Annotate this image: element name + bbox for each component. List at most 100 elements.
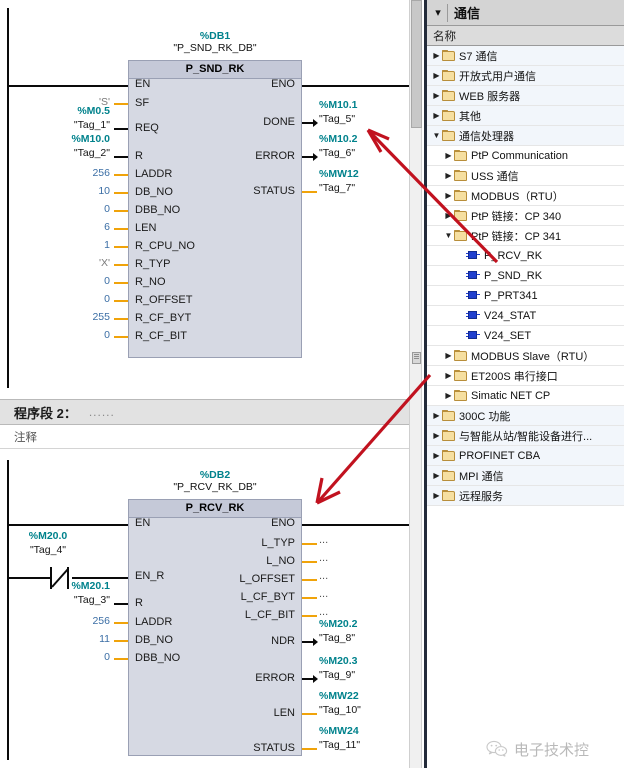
tree-row[interactable]: ▶ MPI 通信 bbox=[427, 466, 624, 486]
tree-row[interactable]: ▶ PROFINET CBA bbox=[427, 446, 624, 466]
input-pin-en[interactable]: EN bbox=[135, 517, 150, 529]
input-pin-r_typ[interactable]: R_TYP bbox=[135, 258, 170, 270]
tree-row[interactable]: ▶ USS 通信 bbox=[427, 166, 624, 186]
input-constant[interactable]: 6 bbox=[8, 221, 110, 233]
chevron-down-icon[interactable]: ▼ bbox=[431, 131, 442, 140]
output-tag[interactable]: "Tag_10" bbox=[319, 704, 409, 716]
chevron-right-icon[interactable]: ▶ bbox=[431, 471, 442, 480]
network-2-comment[interactable]: 注释 bbox=[0, 425, 409, 449]
input-constant[interactable]: 255 bbox=[8, 311, 110, 323]
input-constant[interactable]: 0 bbox=[8, 275, 110, 287]
tree-row[interactable]: ▶ ET200S 串行接口 bbox=[427, 366, 624, 386]
chevron-down-icon[interactable]: ▾ bbox=[431, 6, 445, 19]
splitter-grip[interactable] bbox=[412, 352, 421, 364]
chevron-right-icon[interactable]: ▶ bbox=[431, 71, 442, 80]
output-address[interactable]: %M20.2 bbox=[319, 618, 409, 630]
output-pin-status[interactable]: STATUS bbox=[253, 185, 295, 197]
tree-row[interactable]: P_RCV_RK bbox=[427, 246, 624, 266]
tree-row[interactable]: ▶ 其他 bbox=[427, 106, 624, 126]
output-pin-l_typ[interactable]: L_TYP bbox=[261, 537, 295, 549]
output-pin-l_offset[interactable]: L_OFFSET bbox=[239, 573, 295, 585]
input-constant[interactable]: 256 bbox=[8, 167, 110, 179]
output-tag[interactable]: ... bbox=[319, 570, 409, 582]
tree-row[interactable]: ▶ Simatic NET CP bbox=[427, 386, 624, 406]
output-address[interactable]: %M10.1 bbox=[319, 99, 409, 111]
chevron-right-icon[interactable]: ▶ bbox=[443, 151, 454, 160]
scrollbar-thumb[interactable] bbox=[411, 0, 422, 128]
output-tag[interactable]: "Tag_9" bbox=[319, 669, 409, 681]
chevron-right-icon[interactable]: ▶ bbox=[431, 451, 442, 460]
tree-row[interactable]: ▼ 通信处理器 bbox=[427, 126, 624, 146]
tree-column-header[interactable]: 名称 bbox=[427, 26, 624, 46]
output-address[interactable]: %MW24 bbox=[319, 725, 409, 737]
output-address[interactable]: %M20.3 bbox=[319, 655, 409, 667]
tree-row[interactable]: P_SND_RK bbox=[427, 266, 624, 286]
input-pin-r_offset[interactable]: R_OFFSET bbox=[135, 294, 192, 306]
network-2-header[interactable]: 程序段 2： ...... bbox=[0, 399, 409, 425]
input-pin-req[interactable]: REQ bbox=[135, 122, 159, 134]
chevron-down-icon[interactable]: ▼ bbox=[443, 231, 454, 240]
input-constant[interactable]: 'X' bbox=[8, 257, 110, 269]
output-pin-status[interactable]: STATUS bbox=[253, 742, 295, 754]
input-pin-laddr[interactable]: LADDR bbox=[135, 616, 172, 628]
input-constant[interactable]: 0 bbox=[8, 203, 110, 215]
tree-row[interactable]: ▶ PtP 链接：CP 340 bbox=[427, 206, 624, 226]
input-pin-db_no[interactable]: DB_NO bbox=[135, 186, 173, 198]
input-pin-r[interactable]: R bbox=[135, 597, 143, 609]
input-pin-en[interactable]: EN bbox=[135, 78, 150, 90]
tree-row[interactable]: ▶ 与智能从站/智能设备进行... bbox=[427, 426, 624, 446]
output-tag[interactable]: "Tag_7" bbox=[319, 182, 409, 194]
tree-row[interactable]: V24_STAT bbox=[427, 306, 624, 326]
output-tag[interactable]: "Tag_6" bbox=[319, 147, 409, 159]
input-pin-len[interactable]: LEN bbox=[135, 222, 156, 234]
output-pin-l_cf_bit[interactable]: L_CF_BIT bbox=[245, 609, 295, 621]
input-tag[interactable]: "Tag_2" bbox=[8, 147, 110, 159]
tree-row[interactable]: ▶ 300C 功能 bbox=[427, 406, 624, 426]
input-constant[interactable]: 0 bbox=[8, 293, 110, 305]
tree-row[interactable]: ▶ S7 通信 bbox=[427, 46, 624, 66]
function-block-p-snd-rk[interactable]: P_SND_RK EN SF REQ R LADDR DB_NO DBB_NO LEN R_CP… bbox=[128, 60, 302, 358]
input-address[interactable]: %M10.0 bbox=[8, 133, 110, 145]
output-pin-done[interactable]: DONE bbox=[263, 116, 295, 128]
input-pin-r[interactable]: R bbox=[135, 150, 143, 162]
tree-header[interactable]: ▾ 通信 bbox=[427, 0, 624, 26]
input-pin-r_cf_bit[interactable]: R_CF_BIT bbox=[135, 330, 187, 342]
output-address[interactable]: %M10.2 bbox=[319, 133, 409, 145]
input-constant[interactable]: 0 bbox=[8, 329, 110, 341]
input-constant[interactable]: 256 bbox=[8, 615, 110, 627]
input-constant[interactable]: 10 bbox=[8, 185, 110, 197]
tree-row[interactable]: ▶ MODBUS（RTU） bbox=[427, 186, 624, 206]
chevron-right-icon[interactable]: ▶ bbox=[443, 211, 454, 220]
tree-row[interactable]: ▶ 远程服务 bbox=[427, 486, 624, 506]
chevron-right-icon[interactable]: ▶ bbox=[431, 111, 442, 120]
chevron-right-icon[interactable]: ▶ bbox=[431, 411, 442, 420]
tree-row[interactable]: ▼ PtP 链接：CP 341 bbox=[427, 226, 624, 246]
tree-row[interactable]: P_PRT341 bbox=[427, 286, 624, 306]
input-pin-sf[interactable]: SF bbox=[135, 97, 149, 109]
tree-row[interactable]: ▶ 开放式用户通信 bbox=[427, 66, 624, 86]
output-tag[interactable]: ... bbox=[319, 588, 409, 600]
output-tag[interactable]: ... bbox=[319, 606, 409, 618]
chevron-right-icon[interactable]: ▶ bbox=[431, 431, 442, 440]
output-tag[interactable]: ... bbox=[319, 552, 409, 564]
input-pin-r_no[interactable]: R_NO bbox=[135, 276, 166, 288]
output-address[interactable]: %MW12 bbox=[319, 168, 409, 180]
tree-row-list[interactable]: ▶ S7 通信 ▶ 开放式用户通信 ▶ WEB 服务器 ▶ 其他 ▼ 通信处理器 ▶ PtP Comm… bbox=[427, 46, 624, 506]
input-pin-r_cf_byt[interactable]: R_CF_BYT bbox=[135, 312, 191, 324]
input-pin-db_no[interactable]: DB_NO bbox=[135, 634, 173, 646]
output-tag[interactable]: ... bbox=[319, 534, 409, 546]
output-tag[interactable]: "Tag_11" bbox=[319, 739, 409, 751]
tree-row[interactable]: V24_SET bbox=[427, 326, 624, 346]
chevron-right-icon[interactable]: ▶ bbox=[443, 371, 454, 380]
output-pin-l_cf_byt[interactable]: L_CF_BYT bbox=[241, 591, 295, 603]
chevron-right-icon[interactable]: ▶ bbox=[443, 171, 454, 180]
input-pin-dbb_no[interactable]: DBB_NO bbox=[135, 652, 180, 664]
chevron-right-icon[interactable]: ▶ bbox=[431, 51, 442, 60]
input-constant[interactable]: 1 bbox=[8, 239, 110, 251]
editor-vertical-scrollbar[interactable] bbox=[409, 0, 422, 768]
tree-row[interactable]: ▶ WEB 服务器 bbox=[427, 86, 624, 106]
chevron-right-icon[interactable]: ▶ bbox=[431, 91, 442, 100]
input-pin-laddr[interactable]: LADDR bbox=[135, 168, 172, 180]
output-pin-error[interactable]: ERROR bbox=[255, 150, 295, 162]
function-block-p-rcv-rk[interactable]: P_RCV_RK EN EN_R R LADDR DB_NO DBB_NO ENO L_TYP… bbox=[128, 499, 302, 756]
